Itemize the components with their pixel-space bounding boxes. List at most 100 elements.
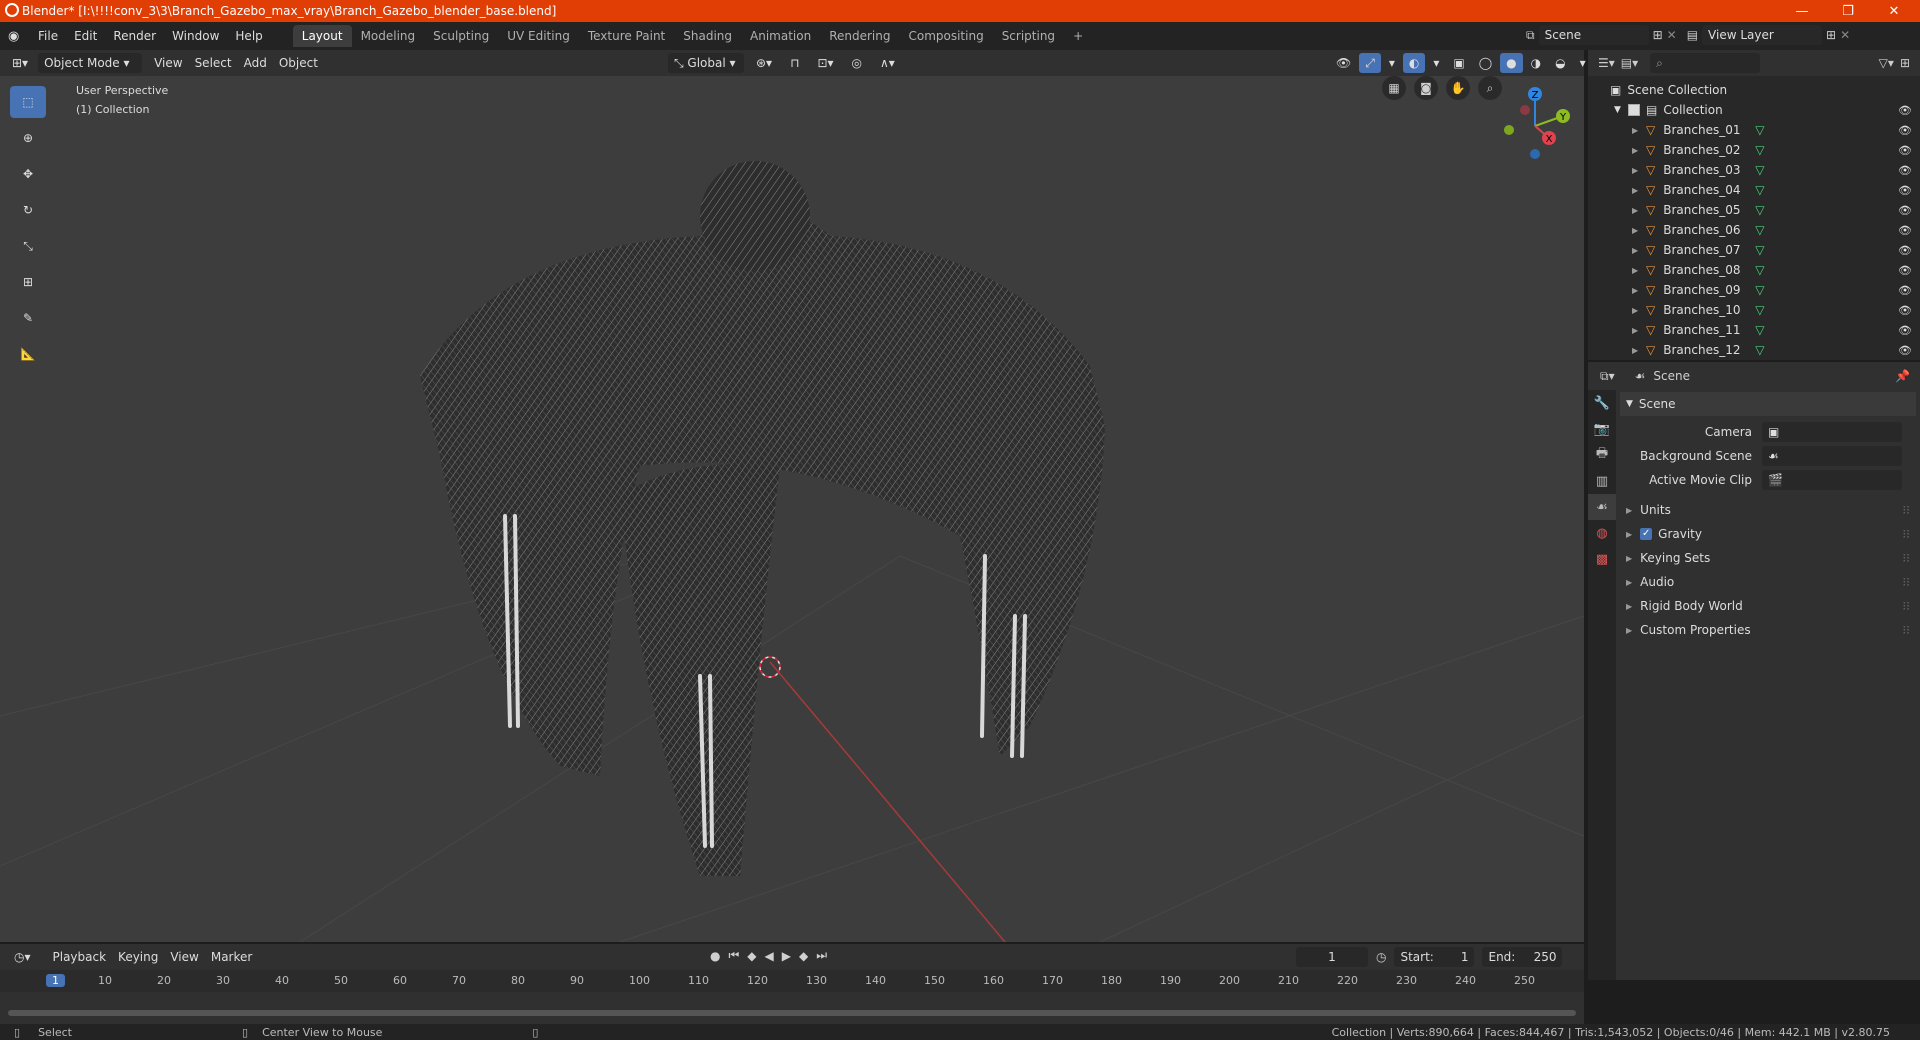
rotate-icon[interactable]: ↻ (10, 194, 46, 226)
play-reverse-icon[interactable]: ◀ (765, 949, 774, 963)
start-frame-field[interactable]: Start: 1 (1394, 947, 1475, 967)
timeline-editor-type-icon[interactable]: ◷▾ (8, 947, 37, 967)
world-tab-icon[interactable]: ◍ (1588, 520, 1616, 546)
expand-arrow-icon[interactable]: ▶ (1632, 166, 1646, 175)
properties-editor-type-icon[interactable]: ⧉▾ (1600, 369, 1615, 384)
subpanel-header[interactable]: ▶ ✓ Gravity ⁝⁝ (1620, 522, 1916, 546)
drag-handle-icon[interactable]: ⁝⁝ (1902, 623, 1910, 637)
visibility-eye-icon[interactable]: 👁 (1898, 164, 1912, 177)
wireframe-shading-icon[interactable]: ◯ (1473, 53, 1498, 73)
editor-type-icon[interactable]: ⊞▾ (6, 53, 34, 73)
visibility-eye-icon[interactable]: 👁 (1898, 224, 1912, 237)
outliner-object-row[interactable]: ▶ ▽ Branches_11 ▽ 👁 (1588, 320, 1920, 340)
subpanel-header[interactable]: ▶ Keying Sets ⁝⁝ (1620, 546, 1916, 570)
move-icon[interactable]: ✥ (10, 158, 46, 190)
drag-handle-icon[interactable]: ⁝⁝ (1902, 599, 1910, 613)
subpanel-header[interactable]: ▶ Custom Properties ⁝⁝ (1620, 618, 1916, 642)
timeline-scrollbar[interactable] (8, 1010, 1576, 1016)
3d-viewport[interactable]: User Perspective (1) Collection ▦ ◙ ✋ ⌕ … (0, 76, 1584, 942)
tab-texture-paint[interactable]: Texture Paint (579, 25, 674, 47)
outliner-object-row[interactable]: ▶ ▽ Branches_05 ▽ 👁 (1588, 200, 1920, 220)
property-value-field[interactable]: 🎬 (1762, 470, 1902, 490)
scene-field[interactable]: Scene (1538, 25, 1649, 45)
visibility-eye-icon[interactable]: 👁 (1898, 104, 1912, 117)
navigation-gizmo[interactable]: Z Y X (1495, 86, 1575, 166)
expand-arrow-icon[interactable]: ▶ (1632, 146, 1646, 155)
property-value-field[interactable]: ▣ (1762, 422, 1902, 442)
display-mode-icon[interactable]: ▤▾ (1621, 56, 1638, 70)
visibility-eye-icon[interactable]: 👁 (1898, 304, 1912, 317)
jump-start-icon[interactable]: ⏮ (728, 948, 739, 963)
scene-collection-row[interactable]: ▣ Scene Collection (1588, 80, 1920, 100)
expand-arrow-icon[interactable]: ▶ (1632, 246, 1646, 255)
menu-marker[interactable]: Marker (205, 947, 258, 967)
subpanel-header[interactable]: ▶ Audio ⁝⁝ (1620, 570, 1916, 594)
visibility-eye-icon[interactable]: 👁 (1898, 324, 1912, 337)
menu-add[interactable]: Add (238, 53, 273, 73)
menu-timeline-view[interactable]: View (164, 947, 204, 967)
expand-arrow-icon[interactable]: ▶ (1632, 306, 1646, 315)
tab-scripting[interactable]: Scripting (993, 25, 1064, 47)
solid-shading-icon[interactable]: ● (1500, 53, 1523, 73)
expand-arrow-icon[interactable]: ▶ (1632, 286, 1646, 295)
play-icon[interactable]: ▶ (782, 949, 791, 963)
preview-range-icon[interactable]: ◷ (1376, 950, 1386, 964)
outliner-object-row[interactable]: ▶ ▽ Branches_01 ▽ 👁 (1588, 120, 1920, 140)
proportional-edit-icon[interactable]: ◎ (846, 53, 868, 73)
visibility-eye-icon[interactable]: 👁 (1898, 284, 1912, 297)
visibility-eye-icon[interactable]: 👁 (1898, 144, 1912, 157)
menu-window[interactable]: Window (164, 25, 227, 47)
view-layer-tab-icon[interactable]: ▥ (1588, 468, 1616, 494)
expand-arrow-icon[interactable]: ▶ (1632, 186, 1646, 195)
new-collection-icon[interactable]: ⊞ (1900, 56, 1910, 70)
tab-modeling[interactable]: Modeling (352, 25, 425, 47)
outliner-editor-type-icon[interactable]: ☰▾ (1598, 56, 1615, 70)
add-workspace-button[interactable]: + (1064, 25, 1092, 47)
pan-hand-icon[interactable]: ✋ (1446, 76, 1470, 100)
outliner-object-row[interactable]: ▶ ▽ Branches_03 ▽ 👁 (1588, 160, 1920, 180)
outliner-object-row[interactable]: ▶ ▽ Branches_06 ▽ 👁 (1588, 220, 1920, 240)
outliner-object-row[interactable]: ▶ ▽ Branches_12 ▽ 👁 (1588, 340, 1920, 360)
menu-view[interactable]: View (148, 53, 188, 73)
prev-keyframe-icon[interactable]: ◆ (747, 949, 756, 963)
menu-select[interactable]: Select (189, 53, 238, 73)
tab-compositing[interactable]: Compositing (899, 25, 992, 47)
toggle-camera-grid-icon[interactable]: ▦ (1382, 76, 1406, 100)
texture-tab-icon[interactable]: ▩ (1588, 546, 1616, 572)
expand-arrow-icon[interactable]: ▶ (1632, 346, 1646, 355)
tool-tab-icon[interactable]: 🔧 (1588, 390, 1616, 416)
drag-handle-icon[interactable]: ⁝⁝ (1902, 503, 1910, 517)
tab-animation[interactable]: Animation (741, 25, 820, 47)
new-view-layer-icon[interactable]: ⊞ (1826, 28, 1836, 42)
outliner-search-field[interactable]: ⌕ (1650, 53, 1761, 73)
outliner-object-row[interactable]: ▶ ▽ Branches_02 ▽ 👁 (1588, 140, 1920, 160)
expand-arrow-icon[interactable]: ▶ (1632, 206, 1646, 215)
gravity-checkbox[interactable]: ✓ (1640, 528, 1653, 540)
visibility-eye-icon[interactable]: 👁 (1898, 344, 1912, 357)
outliner-object-row[interactable]: ▶ ▽ Branches_09 ▽ 👁 (1588, 280, 1920, 300)
measure-icon[interactable]: 📐 (10, 338, 46, 370)
snap-target-icon[interactable]: ⊡▾ (811, 53, 839, 73)
menu-object[interactable]: Object (273, 53, 324, 73)
annotate-icon[interactable]: ✎ (10, 302, 46, 334)
collection-checkbox[interactable] (1628, 104, 1640, 116)
render-tab-icon[interactable]: 📷 (1588, 416, 1616, 442)
output-tab-icon[interactable]: 🖶 (1588, 442, 1616, 468)
visibility-eye-icon[interactable]: 👁 (1898, 264, 1912, 277)
outliner-object-row[interactable]: ▶ ▽ Branches_04 ▽ 👁 (1588, 180, 1920, 200)
transform-orientation-dropdown[interactable]: ⤡ Global ▾ (668, 53, 744, 73)
tab-shading[interactable]: Shading (674, 25, 741, 47)
expand-arrow-icon[interactable]: ▼ (1614, 105, 1628, 115)
filter-icon[interactable]: ▽▾ (1879, 56, 1894, 70)
minimize-button[interactable]: — (1782, 0, 1822, 22)
overlay-dropdown-icon[interactable]: ▾ (1427, 53, 1445, 73)
outliner-object-row[interactable]: ▶ ▽ Branches_08 ▽ 👁 (1588, 260, 1920, 280)
drag-handle-icon[interactable]: ⁝⁝ (1902, 551, 1910, 565)
menu-playback[interactable]: Playback (47, 947, 113, 967)
gizmo-toggle-icon[interactable]: ⤢ (1359, 53, 1381, 73)
gizmo-dropdown-icon[interactable]: ▾ (1383, 53, 1401, 73)
select-box-icon[interactable]: ⬚ (10, 86, 46, 118)
menu-file[interactable]: File (30, 25, 66, 47)
close-button[interactable]: ✕ (1874, 0, 1914, 22)
remove-scene-icon[interactable]: ✕ (1667, 28, 1677, 42)
